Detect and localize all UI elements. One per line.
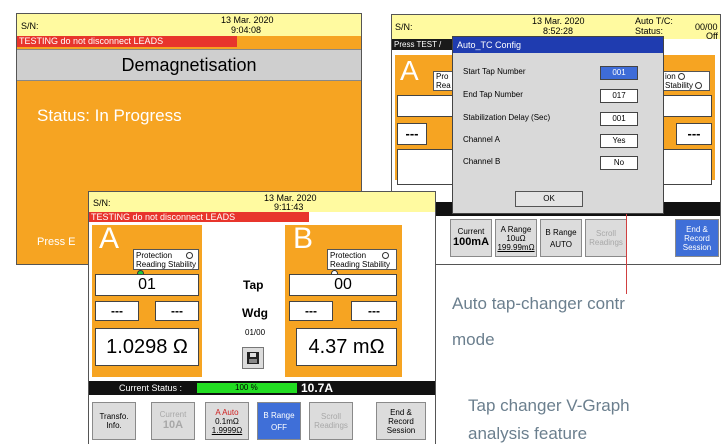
scroll-readings-button[interactable]: Scroll Readings bbox=[585, 219, 627, 257]
channel-a-field[interactable]: Yes bbox=[600, 134, 638, 148]
status-label: Status: bbox=[635, 26, 664, 36]
auto-tap-caption-line2: mode bbox=[452, 330, 495, 349]
channel-letter: A bbox=[400, 55, 419, 86]
protection-right: ion bbox=[665, 72, 709, 81]
channel-a-protection-row: Protection bbox=[136, 251, 198, 260]
status-text: Status: In Progress bbox=[37, 106, 182, 125]
auto-tc-state: Off bbox=[706, 31, 718, 41]
dash-left: --- bbox=[397, 123, 427, 145]
serial-number-label: S/N: bbox=[93, 198, 111, 208]
current-value: 10.7A bbox=[301, 381, 334, 395]
channel-b-reading: 4.37 mΩ bbox=[296, 328, 397, 366]
progress-label: 100 % bbox=[235, 383, 258, 392]
date-text: 13 Mar. 2020 bbox=[221, 15, 274, 25]
start-tap-label: Start Tap Number bbox=[463, 67, 526, 76]
stabilization-delay-field[interactable]: 001 bbox=[600, 112, 638, 126]
tap-box-right bbox=[662, 95, 712, 117]
channel-a-letter: A bbox=[99, 222, 120, 255]
progress-track: 100 % bbox=[197, 383, 297, 393]
channel-b-field[interactable]: No bbox=[600, 156, 638, 170]
start-tap-field[interactable]: 001 bbox=[600, 66, 638, 80]
warning-banner: TESTING do not disconnect LEADS bbox=[89, 212, 309, 222]
footer-text: Press E bbox=[37, 236, 76, 248]
page-title: Demagnetisation bbox=[121, 55, 257, 75]
time-text: 9:11:43 bbox=[274, 202, 304, 212]
time-text: 9:04:08 bbox=[231, 25, 262, 35]
dialog-title-bar: Auto_TC Config bbox=[453, 37, 663, 53]
a-range-button[interactable]: A Auto 0.1mΩ 1.9999Ω bbox=[205, 402, 249, 440]
test-screen: S/N: 13 Mar. 2020 9:11:43 TESTING do not… bbox=[88, 191, 436, 444]
end-tap-field[interactable]: 017 bbox=[600, 89, 638, 103]
stabilization-delay-label: Stabilization Delay (Sec) bbox=[463, 113, 551, 122]
channel-b-dash-right: --- bbox=[351, 301, 397, 321]
channel-a-dash-left: --- bbox=[95, 301, 139, 321]
channel-b-letter: B bbox=[293, 222, 314, 255]
time-text: 8:52:28 bbox=[543, 26, 574, 36]
date-text: 13 Mar. 2020 bbox=[532, 16, 585, 26]
header-bar: S/N: 13 Mar. 2020 9:04:08 bbox=[17, 14, 361, 36]
serial-number-label: S/N: bbox=[21, 21, 39, 31]
auto-tap-caption-line1: Auto tap-changer contr bbox=[452, 294, 625, 313]
channel-a-tap-box: 01 bbox=[95, 274, 199, 296]
title-bar: Demagnetisation bbox=[17, 49, 361, 81]
press-test-text: Press TEST / bbox=[394, 40, 442, 49]
channel-a-protection-indicator bbox=[186, 252, 194, 260]
reading-box-right bbox=[662, 149, 712, 185]
auto-tc-config-dialog: Auto_TC Config Start Tap Number 001 End … bbox=[452, 36, 664, 214]
end-tap-label: End Tap Number bbox=[463, 90, 523, 99]
current-button[interactable]: Current 10A bbox=[151, 402, 195, 440]
press-test-strip: Press TEST / bbox=[392, 39, 460, 50]
stability-right: Stability bbox=[665, 81, 709, 90]
serial-number-label: S/N: bbox=[395, 22, 413, 32]
header-bar: S/N: 13 Mar. 2020 9:11:43 bbox=[89, 192, 435, 212]
current-button[interactable]: Current 100mA bbox=[450, 219, 492, 257]
channel-a-status-box: Protection Reading Stability bbox=[133, 249, 199, 278]
ok-button[interactable]: OK bbox=[515, 191, 583, 207]
dash-right: --- bbox=[676, 123, 712, 145]
channel-b-protection-row: Protection bbox=[330, 251, 396, 260]
end-record-session-button[interactable]: End & Record Session bbox=[675, 219, 719, 257]
channel-a-label: Channel A bbox=[463, 135, 500, 144]
reading-box-left bbox=[397, 149, 455, 185]
protection-indicator bbox=[677, 73, 685, 81]
channel-b-status-box: Protection Reading Stability bbox=[327, 249, 397, 278]
current-status-bar: Current Status : 100 % 10.7A bbox=[89, 381, 435, 395]
dialog-title: Auto_TC Config bbox=[457, 40, 522, 50]
auto-tc-label: Auto T/C: bbox=[635, 16, 673, 26]
end-record-session-button[interactable]: End & Record Session bbox=[376, 402, 426, 440]
callout-line bbox=[626, 214, 627, 294]
stability-indicator bbox=[695, 82, 703, 90]
tap-counter: 01/00 bbox=[245, 328, 266, 337]
save-button[interactable] bbox=[242, 347, 264, 369]
vgraph-caption-line2: analysis feature bbox=[468, 424, 588, 443]
tap-label: Tap bbox=[243, 278, 264, 292]
scroll-readings-button[interactable]: Scroll Readings bbox=[309, 402, 353, 440]
channel-a-dash-right: --- bbox=[155, 301, 199, 321]
channel-b-dash-left: --- bbox=[289, 301, 333, 321]
floppy-disk-icon bbox=[247, 352, 259, 364]
b-range-button[interactable]: B Range OFF bbox=[257, 402, 301, 440]
current-status-label: Current Status : bbox=[119, 383, 183, 393]
channel-a-reading: 1.0298 Ω bbox=[95, 328, 199, 366]
channel-b-label: Channel B bbox=[463, 157, 501, 166]
b-range-button[interactable]: B Range AUTO bbox=[540, 219, 582, 257]
vgraph-caption-line1: Tap changer V-Graph bbox=[468, 396, 630, 415]
channel-b-protection-indicator bbox=[382, 252, 390, 260]
tap-box-left bbox=[397, 95, 453, 117]
wdg-label: Wdg bbox=[242, 306, 268, 320]
a-range-button[interactable]: A Range 10uΩ 199.99mΩ bbox=[495, 219, 537, 257]
channel-b-tap-box: 00 bbox=[289, 274, 397, 296]
transformer-info-button[interactable]: Transfo. Info. bbox=[92, 402, 136, 440]
warning-banner: TESTING do not disconnect LEADS bbox=[17, 36, 237, 47]
stability-box: ion Stability bbox=[662, 71, 710, 91]
